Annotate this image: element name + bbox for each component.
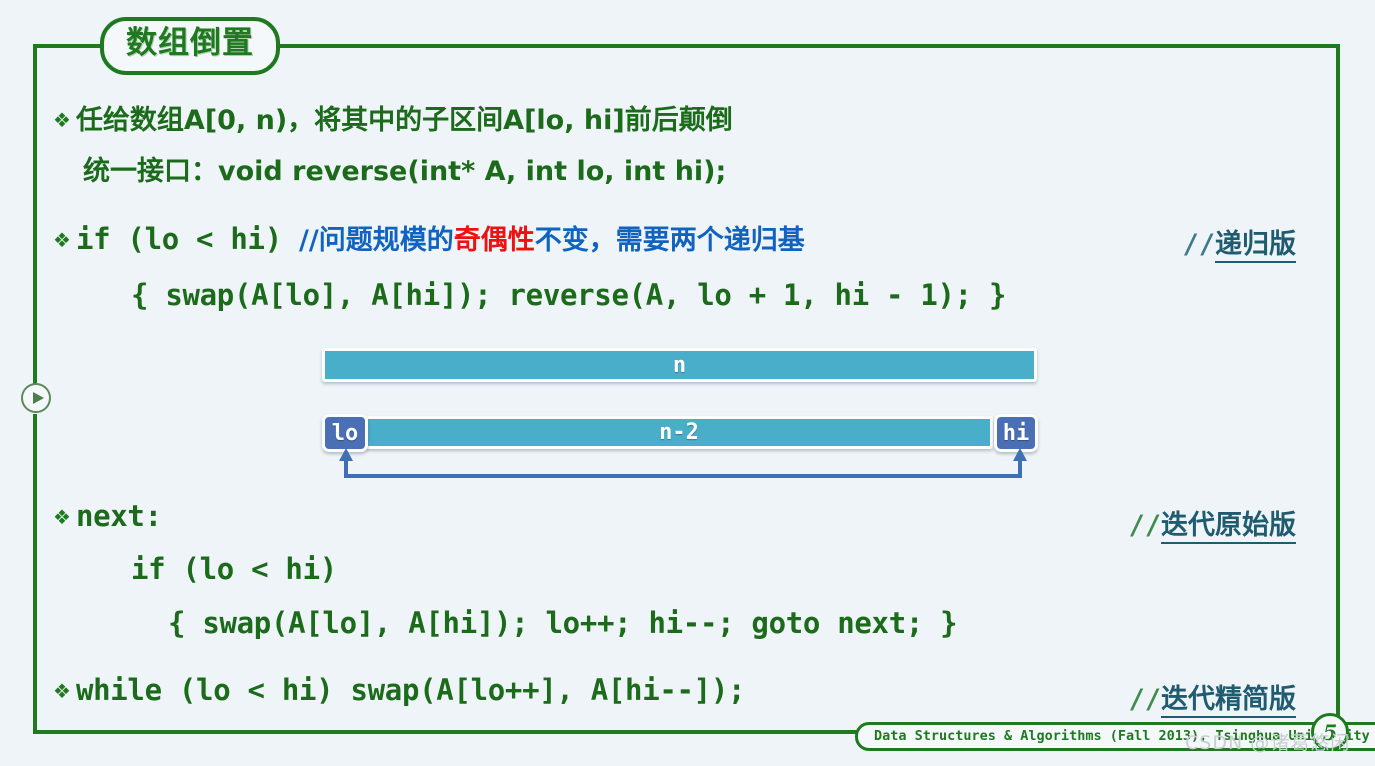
bullet-line-1: ❖ 任给数组A[0, n)，将其中的子区间A[lo, hi]前后颠倒: [53, 98, 733, 137]
bar-full-n: n: [322, 348, 1037, 382]
note-slashes: //: [1182, 229, 1215, 260]
line-1-text: 任给数组A[0, n)，将其中的子区间A[lo, hi]前后颠倒: [75, 105, 733, 136]
slide-title: 数组倒置: [100, 17, 280, 75]
csdn-watermark: CSDN @诸葛悠闲: [1185, 732, 1351, 754]
line-4: { swap(A[lo], A[hi]); reverse(A, lo + 1,…: [131, 278, 1006, 312]
line-7-code: { swap(A[lo], A[hi]); lo++; hi--; goto n…: [168, 606, 958, 640]
bullet-line-8: ❖ while (lo < hi) swap(A[lo++], A[hi--]);: [53, 673, 745, 707]
line-2-text: 统一接口：void reverse(int* A, int lo, int hi…: [83, 156, 727, 187]
note-iterative-raw: //迭代原始版: [1128, 503, 1296, 544]
note-recursive: //递归版: [1182, 222, 1296, 263]
line-2: 统一接口：void reverse(int* A, int lo, int hi…: [83, 149, 726, 188]
bullet-line-3: ❖ if (lo < hi) //问题规模的奇偶性不变，需要两个递归基: [53, 218, 805, 257]
line-6-code: if (lo < hi): [131, 552, 337, 586]
bullet-line-5: ❖ next:: [53, 499, 162, 533]
line-4-code: { swap(A[lo], A[hi]); reverse(A, lo + 1,…: [131, 278, 1007, 312]
arrow-head-lo: [339, 448, 353, 461]
line-3-comment-a: //问题规模的: [299, 225, 454, 256]
line-7: { swap(A[lo], A[hi]); lo++; hi--; goto n…: [168, 606, 958, 640]
line-8-code: while (lo < hi) swap(A[lo++], A[hi--]);: [75, 673, 746, 707]
line-6: if (lo < hi): [131, 552, 337, 586]
note-slashes: //: [1128, 510, 1161, 541]
note-slashes: //: [1128, 684, 1161, 715]
arrow-head-hi: [1013, 448, 1027, 461]
bullet-icon: ❖: [53, 228, 71, 252]
slide-canvas: 数组倒置 ❖ 任给数组A[0, n)，将其中的子区间A[lo, hi]前后颠倒 统…: [0, 0, 1375, 766]
bullet-icon: ❖: [53, 679, 71, 703]
bullet-icon: ❖: [53, 108, 71, 132]
note-iterative-raw-text: 迭代原始版: [1161, 510, 1296, 544]
note-iterative-lean-text: 迭代精简版: [1161, 684, 1296, 718]
bullet-icon: ❖: [53, 505, 71, 529]
line-3-comment-highlight: 奇偶性: [453, 225, 535, 256]
line-5-code: next:: [75, 499, 162, 533]
note-recursive-text: 递归版: [1215, 229, 1296, 263]
play-icon[interactable]: [21, 383, 51, 413]
line-3-code: if (lo < hi): [75, 222, 300, 256]
swap-arrow-connector: [339, 448, 1027, 478]
line-3-comment-c: 不变，需要两个递归基: [534, 225, 805, 256]
note-iterative-lean: //迭代精简版: [1128, 677, 1296, 718]
